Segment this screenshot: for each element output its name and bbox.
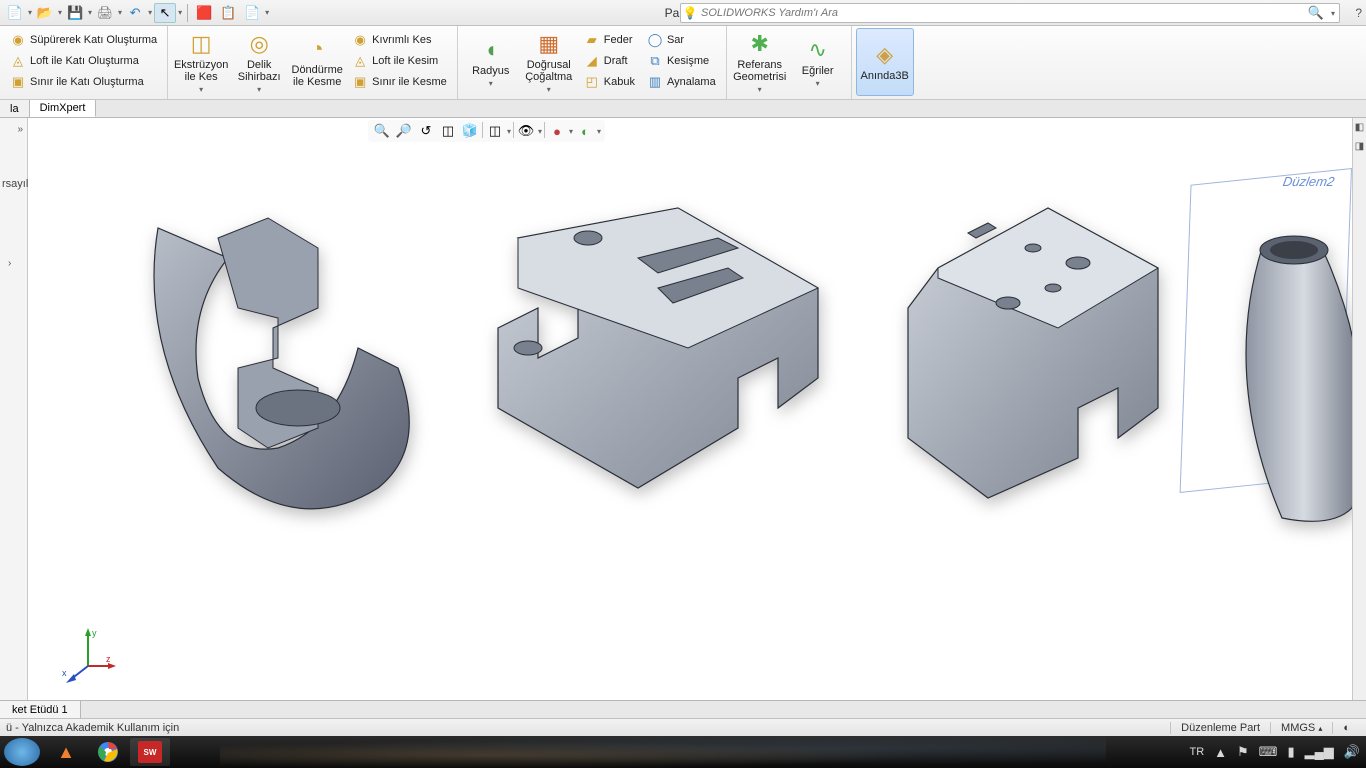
tab-la[interactable]: la	[0, 100, 30, 117]
qat-save-button[interactable]: 💾	[64, 3, 86, 23]
cmd-loft-cut[interactable]: ◬Loft ile Kesim	[350, 51, 449, 71]
cmd-revolved-cut[interactable]: ◔ Döndürmeile Kesme	[288, 28, 346, 96]
help-search[interactable]: 💡 🔍 ▾	[680, 3, 1340, 23]
feature-tree-panel[interactable]: » rsayıl ›	[0, 118, 28, 700]
tray-volume-icon[interactable]: 🔊	[1344, 744, 1360, 760]
tab-dimxpert[interactable]: DimXpert	[30, 100, 97, 117]
tray-keyboard-icon[interactable]: ⌨	[1259, 744, 1278, 760]
system-tray: TR ▲ ⚑ ⌨ ▮ ▂▄▆ 🔊	[1189, 736, 1360, 768]
cmd-shell[interactable]: ◰Kabuk	[582, 72, 637, 92]
help-icon[interactable]: ?	[1355, 6, 1362, 20]
search-icon[interactable]: 🔍	[1305, 4, 1327, 22]
taskpane-tab-icon[interactable]: ◨	[1355, 141, 1364, 152]
cmd-intersect[interactable]: ⧉Kesişme	[645, 51, 718, 71]
section-view-icon[interactable]: ◫	[438, 122, 458, 140]
graphics-viewport[interactable]: 🔍 🔎 ↺ ◫ 🧊 ◫ ▾ 👁 ▾ ● ▾ ◐ ▾ Düzlem2 Düzlem	[28, 118, 1352, 700]
status-icon[interactable]: ◐	[1332, 722, 1360, 734]
status-bar: ü - Yalnızca Akademik Kullanım için Düze…	[0, 718, 1366, 736]
cmd-curves[interactable]: ∿ Eğriler ▾	[789, 28, 847, 96]
qat-options-button[interactable]: 📋	[217, 3, 239, 23]
taskbar-app-solidworks[interactable]: SW	[130, 738, 170, 766]
lightbulb-icon: 💡	[681, 6, 699, 20]
cmd-extruded-cut[interactable]: ◫ Ekstrüzyonile Kes ▾	[172, 28, 230, 96]
svg-text:z: z	[106, 654, 111, 664]
windows-taskbar: ▲ SW TR ▲ ⚑ ⌨ ▮ ▂▄▆ 🔊	[0, 736, 1366, 768]
zoom-area-icon[interactable]: 🔎	[394, 122, 414, 140]
main-area: » rsayıl › 🔍 🔎 ↺ ◫ 🧊 ◫ ▾ 👁 ▾ ● ▾ ◐ ▾ Düz…	[0, 118, 1366, 700]
zoom-fit-icon[interactable]: 🔍	[372, 122, 392, 140]
taskpane-tab-icon[interactable]: ◧	[1355, 122, 1364, 133]
cmd-boundary-boss[interactable]: ▣Sınır ile Katı Oluşturma	[8, 72, 159, 92]
cmd-hole-wizard[interactable]: ◎ DelikSihirbazı ▾	[230, 28, 288, 96]
ribbon-group-features: ◉Süpürerek Katı Oluşturma ◬Loft ile Katı…	[0, 26, 168, 99]
status-units[interactable]: MMGS ▴	[1270, 722, 1332, 734]
ribbon: ◉Süpürerek Katı Oluşturma ◬Loft ile Katı…	[0, 26, 1366, 100]
ribbon-group-cut: ◫ Ekstrüzyonile Kes ▾ ◎ DelikSihirbazı ▾…	[168, 26, 458, 99]
heads-up-view-toolbar: 🔍 🔎 ↺ ◫ 🧊 ◫ ▾ 👁 ▾ ● ▾ ◐ ▾	[368, 120, 605, 142]
title-bar: 📄 ▾ 📂 ▾ 💾 ▾ 🖨 ▾ ↶ ▾ ↖ ▾ 🟥 📋 📄 ▾ Part1 * …	[0, 0, 1366, 26]
tray-up-icon[interactable]: ▲	[1214, 745, 1227, 760]
cmd-reference-geometry[interactable]: ✱ ReferansGeometrisi ▾	[731, 28, 789, 96]
cmd-linear-pattern[interactable]: ▦ DoğrusalÇoğaltma ▾	[520, 28, 578, 96]
previous-view-icon[interactable]: ↺	[416, 122, 436, 140]
help-search-input[interactable]	[699, 7, 1305, 19]
cmd-rib[interactable]: ▰Feder	[582, 30, 637, 50]
qat-doc-button[interactable]: 📄	[241, 3, 263, 23]
command-manager-tabs: la DimXpert	[0, 100, 1366, 118]
cmd-swept-boss[interactable]: ◉Süpürerek Katı Oluşturma	[8, 30, 159, 50]
quick-access-toolbar: 📄 ▾ 📂 ▾ 💾 ▾ 🖨 ▾ ↶ ▾ ↖ ▾ 🟥 📋 📄 ▾	[0, 3, 269, 23]
cmd-loft-boss[interactable]: ◬Loft ile Katı Oluşturma	[8, 51, 159, 71]
start-button[interactable]	[4, 738, 40, 766]
model-part-4[interactable]	[1202, 218, 1352, 563]
taskbar-app-vlc[interactable]: ▲	[46, 738, 86, 766]
view-orientation-icon[interactable]: 🧊	[460, 122, 480, 140]
taskbar-app-chrome[interactable]	[88, 738, 128, 766]
tree-text-fragment: rsayıl	[2, 178, 28, 190]
cmd-swept-cut[interactable]: ◉Kıvrımlı Kes	[350, 30, 449, 50]
task-pane[interactable]: ◧ ◨	[1352, 118, 1366, 700]
qat-select-button[interactable]: ↖	[154, 3, 176, 23]
svg-text:x: x	[62, 668, 67, 678]
plane2-label: Düzlem2	[1281, 174, 1335, 189]
qat-undo-button[interactable]: ↶	[124, 3, 146, 23]
ribbon-group-instant3d: ◈ Anında3B	[852, 26, 918, 99]
motion-study-tabs: ket Etüdü 1	[0, 700, 1366, 718]
model-part-3[interactable]	[878, 178, 1198, 543]
qat-rebuild-button[interactable]: 🟥	[193, 3, 215, 23]
qat-new-button[interactable]: 📄	[4, 3, 26, 23]
qat-open-button[interactable]: 📂	[34, 3, 56, 23]
status-mode: Düzenleme Part	[1170, 722, 1270, 734]
cmd-mirror[interactable]: ▥Aynalama	[645, 72, 718, 92]
tray-flag-icon[interactable]: ⚑	[1237, 744, 1249, 760]
cmd-draft[interactable]: ◢Draft	[582, 51, 637, 71]
orientation-triad[interactable]: y z x	[58, 626, 118, 686]
ribbon-group-pattern: ◖ Radyus ▾ ▦ DoğrusalÇoğaltma ▾ ▰Feder ◢…	[458, 26, 727, 99]
tray-language[interactable]: TR	[1189, 746, 1204, 758]
display-style-icon[interactable]: ◫	[485, 122, 505, 140]
svg-text:y: y	[92, 628, 97, 638]
model-part-1[interactable]	[108, 168, 438, 553]
panel-expand-icon[interactable]: »	[17, 124, 23, 135]
status-left-text: ü - Yalnızca Akademik Kullanım için	[6, 722, 179, 734]
qat-print-button[interactable]: 🖨	[94, 3, 116, 23]
tray-battery-icon[interactable]: ▮	[1287, 744, 1294, 760]
chevron-right-icon[interactable]: ›	[8, 258, 11, 269]
ribbon-group-reference: ✱ ReferansGeometrisi ▾ ∿ Eğriler ▾	[727, 26, 852, 99]
motion-study-tab[interactable]: ket Etüdü 1	[0, 701, 81, 718]
scene-icon[interactable]: ◐	[575, 122, 595, 140]
cmd-boundary-cut[interactable]: ▣Sınır ile Kesme	[350, 72, 449, 92]
cmd-wrap[interactable]: ◯Sar	[645, 30, 718, 50]
hide-show-icon[interactable]: 👁	[516, 122, 536, 140]
tray-wifi-icon[interactable]: ▂▄▆	[1305, 744, 1334, 760]
appearance-icon[interactable]: ●	[547, 122, 567, 140]
taskbar-wallpaper	[220, 736, 1106, 768]
model-part-2[interactable]	[458, 178, 858, 543]
cmd-fillet[interactable]: ◖ Radyus ▾	[462, 28, 520, 96]
cmd-instant3d[interactable]: ◈ Anında3B	[856, 28, 914, 96]
